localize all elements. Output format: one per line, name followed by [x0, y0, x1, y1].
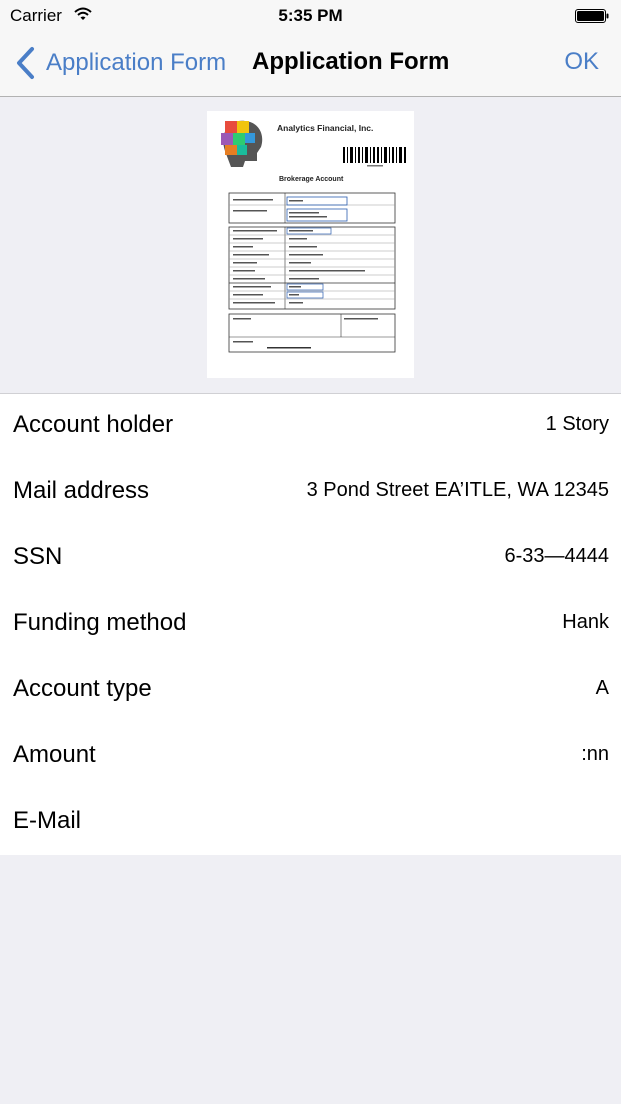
field-label: Mail address: [13, 477, 150, 504]
document-page-image: Analytics Financial, Inc. Brokerage Acco…: [221, 120, 406, 353]
navigation-bar: Application Form Application Form OK: [0, 32, 621, 97]
field-row-account-type[interactable]: Account type A: [0, 658, 621, 724]
ok-button[interactable]: OK: [564, 48, 599, 76]
field-label: Amount: [13, 741, 96, 768]
field-row-ssn[interactable]: SSN 6-33—4444: [0, 526, 621, 592]
field-row-funding-method[interactable]: Funding method Hank: [0, 592, 621, 658]
back-button-label: Application Form: [46, 49, 227, 76]
field-row-amount[interactable]: Amount :nn: [0, 724, 621, 790]
document-thumbnail[interactable]: Analytics Financial, Inc. Brokerage Acco…: [207, 111, 414, 378]
doc-company-name: Analytics Financial, Inc.: [277, 123, 373, 133]
field-row-account-holder[interactable]: Account holder 1 Story: [0, 394, 621, 460]
status-bar: Carrier 5:35 PM: [0, 0, 621, 32]
battery-icon: [575, 9, 609, 23]
field-row-email[interactable]: E-Mail: [0, 790, 621, 856]
field-label: E-Mail: [13, 807, 82, 834]
field-value: Hank: [562, 611, 609, 633]
field-value: 1 Story: [545, 413, 609, 435]
field-label: SSN: [13, 543, 63, 570]
barcode-icon: [343, 147, 406, 167]
status-time: 5:35 PM: [278, 6, 343, 25]
field-value: :nn: [581, 743, 609, 765]
form-field-list: Account holder 1 Story Mail address 3 Po…: [0, 394, 621, 855]
field-label: Funding method: [13, 609, 187, 636]
page-title: Application Form: [252, 48, 450, 75]
field-label: Account type: [13, 675, 152, 702]
field-label: Account holder: [13, 411, 174, 438]
doc-form-title: Brokerage Account: [279, 176, 344, 183]
field-value: A: [595, 677, 609, 699]
company-logo-icon: [221, 120, 263, 167]
document-preview-area: Analytics Financial, Inc. Brokerage Acco…: [0, 97, 621, 394]
field-value: 3 Pond Street EA’ITLE, WA 12345: [306, 479, 609, 501]
field-row-mail-address[interactable]: Mail address 3 Pond Street EA’ITLE, WA 1…: [0, 460, 621, 526]
field-value: 6-33—4444: [504, 545, 609, 567]
chevron-left-icon: [17, 47, 34, 79]
back-button[interactable]: Application Form: [14, 45, 226, 81]
